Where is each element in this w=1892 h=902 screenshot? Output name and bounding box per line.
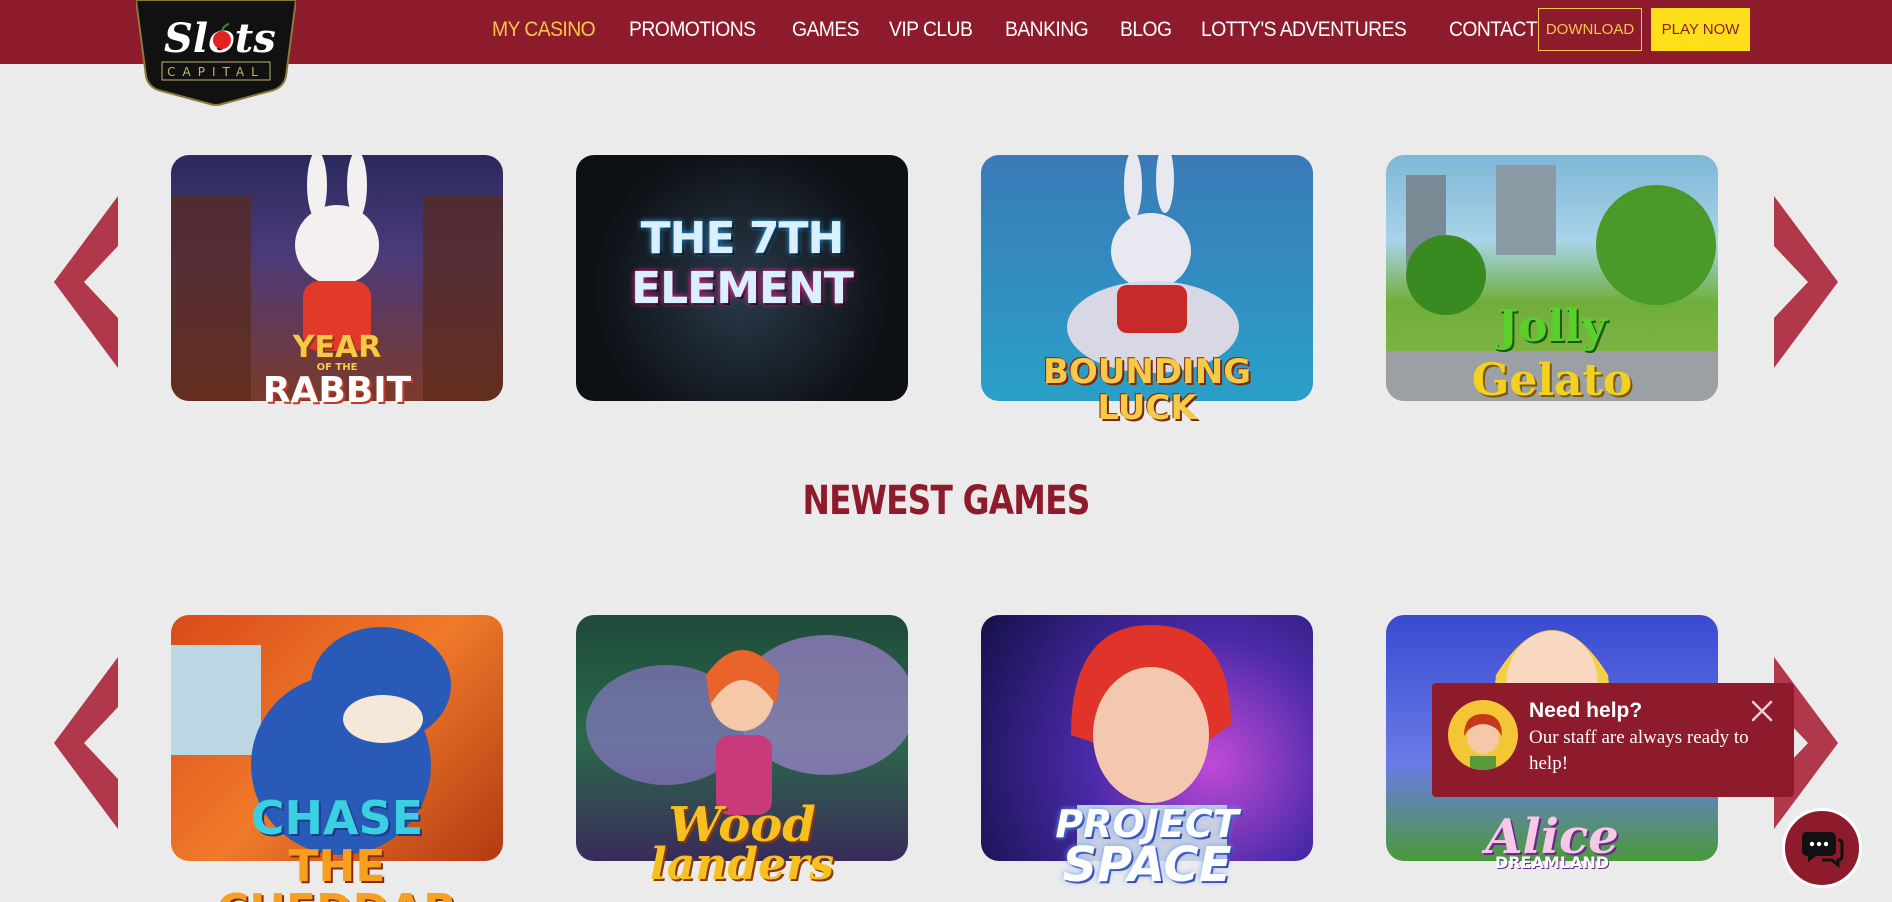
featured-prev-arrow[interactable] (52, 192, 122, 372)
download-button[interactable]: DOWNLOAD (1538, 8, 1642, 51)
help-text: Our staff are always ready to help! (1529, 727, 1749, 774)
game-card-woodlanders[interactable]: Wood landers (576, 615, 908, 887)
game-title: Jolly (1497, 301, 1607, 352)
game-title: CHASE (250, 791, 424, 845)
game-title: THE 7TH (640, 213, 845, 264)
game-card-project-space[interactable]: PROJECT SPACE (981, 615, 1313, 889)
game-card-the-7th-element[interactable]: THE 7TH ELEMENT (576, 155, 908, 401)
nav-lottys-adventures[interactable]: LOTTY'S ADVENTURES (1201, 18, 1407, 42)
close-icon[interactable] (1748, 697, 1776, 725)
chevron-left-icon (54, 196, 118, 368)
chat-bubble-icon (1802, 832, 1844, 868)
nav-games[interactable]: GAMES (792, 18, 860, 42)
chevron-right-icon (1774, 196, 1838, 368)
game-title: RABBIT (262, 370, 412, 411)
game-card-bounding-luck[interactable]: BOUNDING LUCK (981, 155, 1313, 425)
site-logo[interactable]: Slots CAPITAL (134, 0, 298, 106)
game-title: THE CHEDDAR (217, 841, 457, 902)
game-card-chase-the-cheddar[interactable]: CHASE THE CHEDDAR (171, 615, 503, 902)
support-avatar (1448, 700, 1518, 770)
chat-button[interactable] (1782, 808, 1862, 888)
nav-promotions[interactable]: PROMOTIONS (629, 18, 756, 42)
logo-subtext: CAPITAL (167, 65, 265, 79)
game-title: landers (650, 839, 834, 890)
game-card-jolly-gelato[interactable]: Jolly Gelato (1386, 155, 1718, 406)
game-title: ELEMENT (631, 263, 854, 314)
play-now-button[interactable]: PLAY NOW (1651, 8, 1750, 51)
game-title: YEAR (292, 330, 382, 365)
game-title: DREAMLAND (1494, 853, 1610, 872)
nav-banking[interactable]: BANKING (1005, 18, 1089, 42)
game-title: SPACE (1062, 837, 1232, 893)
game-title: BOUNDING (1042, 352, 1252, 392)
featured-next-arrow[interactable] (1770, 192, 1840, 372)
nav-contact[interactable]: CONTACT (1449, 18, 1538, 42)
newest-prev-arrow[interactable] (52, 653, 122, 833)
game-card-year-of-the-rabbit[interactable]: YEAR OF THE RABBIT (171, 155, 503, 409)
game-title: LUCK (1097, 388, 1197, 428)
game-title: Gelato (1471, 355, 1633, 406)
help-title: Need help? (1529, 699, 1643, 722)
nav-vip-club[interactable]: VIP CLUB (889, 18, 973, 42)
section-title-newest-games: NEWEST GAMES (802, 478, 1091, 524)
nav-blog[interactable]: BLOG (1120, 18, 1172, 42)
main-nav: MY CASINO PROMOTIONS GAMES VIP CLUB BANK… (492, 0, 1545, 60)
help-popup[interactable]: Need help? Our staff are always ready to… (1432, 683, 1794, 797)
chevron-left-icon (54, 657, 118, 829)
nav-my-casino[interactable]: MY CASINO (492, 18, 596, 42)
